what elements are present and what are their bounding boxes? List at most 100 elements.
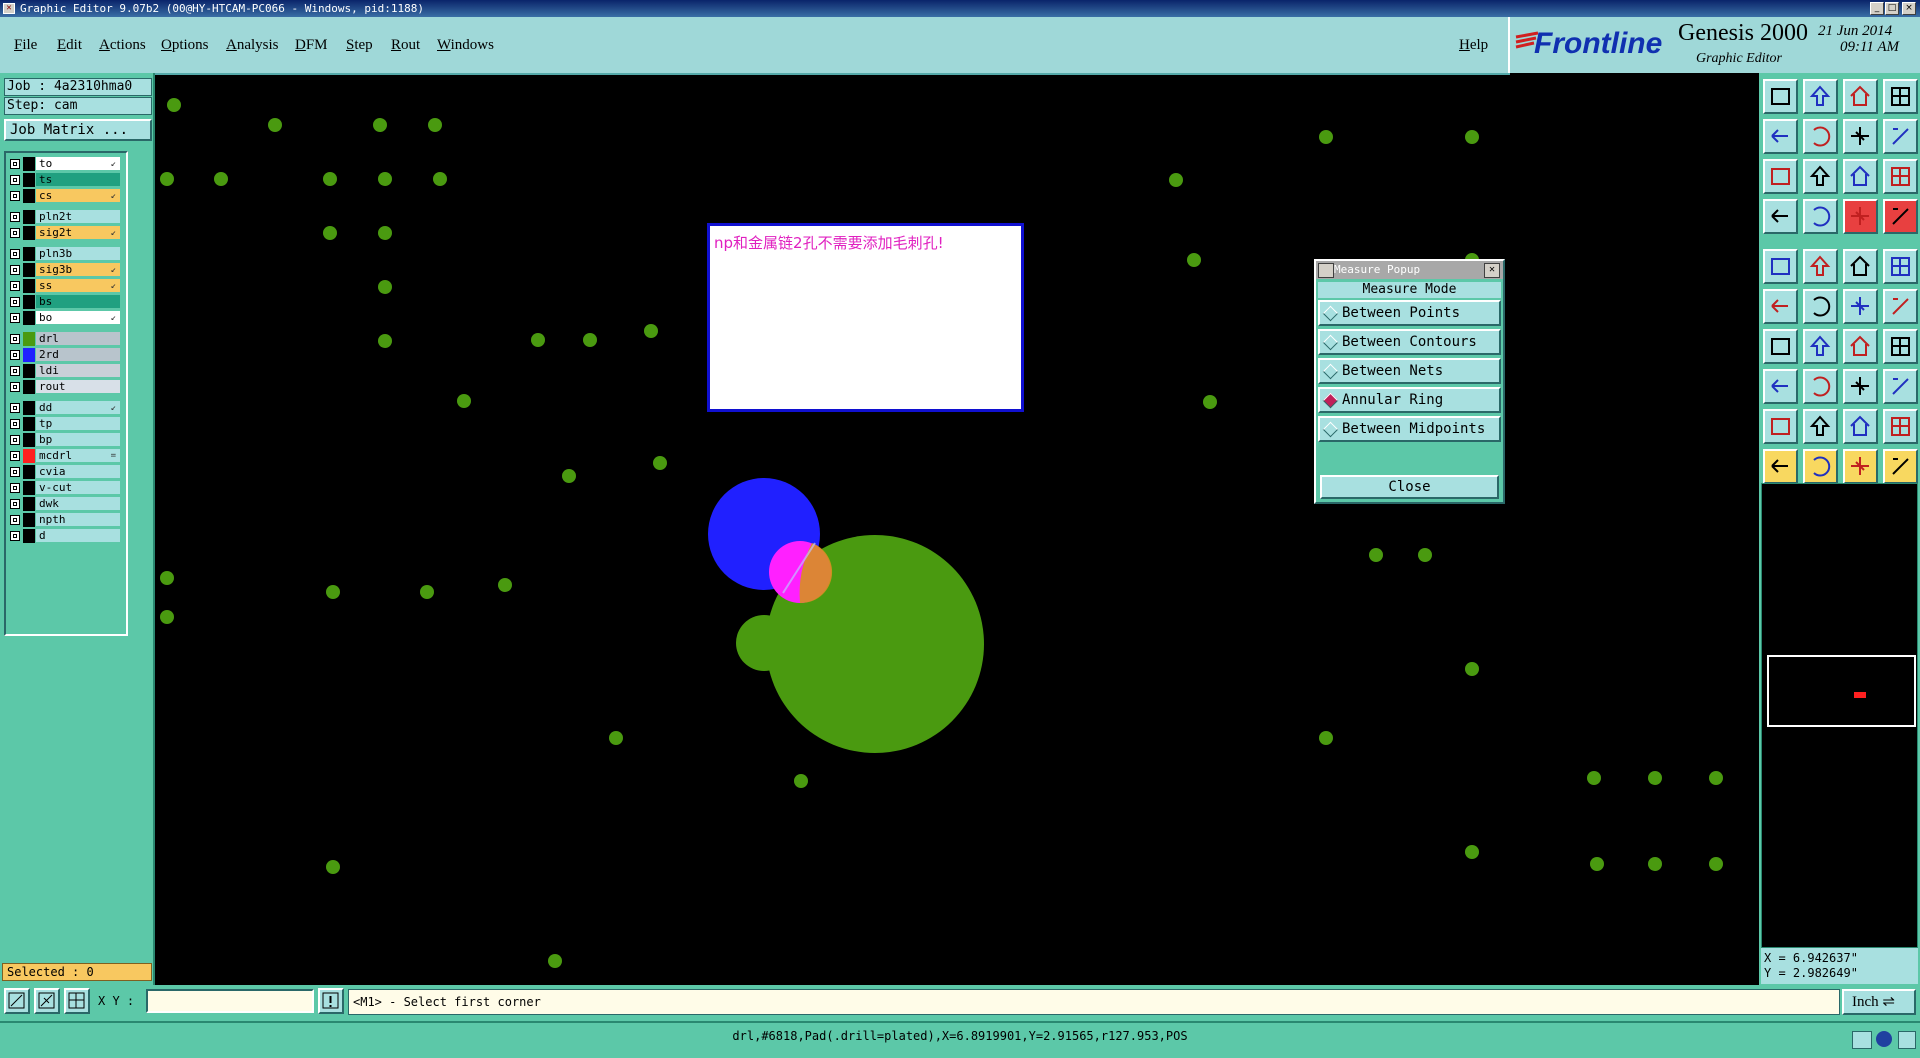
layer-color-swatch[interactable] xyxy=(23,513,35,527)
dimension-button[interactable] xyxy=(1843,369,1878,404)
layer-name[interactable]: dwk xyxy=(36,497,120,510)
layer-checkbox[interactable] xyxy=(10,175,20,185)
layer-name[interactable]: cvia xyxy=(36,465,120,478)
layer-color-swatch[interactable] xyxy=(23,348,35,362)
layer-name[interactable]: v-cut xyxy=(36,481,120,494)
layer-name[interactable]: drl xyxy=(36,332,120,345)
pointer-button[interactable] xyxy=(1763,449,1798,484)
pointer-box-button[interactable] xyxy=(1843,449,1878,484)
option-between-nets[interactable]: Between Nets xyxy=(1318,358,1501,384)
layer-checkbox[interactable] xyxy=(10,419,20,429)
layer-row-d[interactable]: d xyxy=(8,529,126,543)
layer-row-drl[interactable]: drl xyxy=(8,332,126,346)
layer-checkbox[interactable] xyxy=(10,531,20,541)
menu-help[interactable]: Help xyxy=(1459,37,1488,54)
layer-color-swatch[interactable] xyxy=(23,247,35,261)
layer-name[interactable]: sig3b ↙ xyxy=(36,263,120,276)
layer-checkbox[interactable] xyxy=(10,228,20,238)
layer-row-pln2t[interactable]: pln2t xyxy=(8,210,126,224)
layer-row-dd[interactable]: dd ↙ xyxy=(8,401,126,415)
board-overview[interactable] xyxy=(1762,484,1917,947)
option-between-midpoints[interactable]: Between Midpoints xyxy=(1318,416,1501,442)
layer-name[interactable]: pln2t xyxy=(36,210,120,223)
layer-color-swatch[interactable] xyxy=(23,364,35,378)
layer-name[interactable]: pln3b xyxy=(36,247,120,260)
layer-color-swatch[interactable] xyxy=(23,465,35,479)
layer-color-swatch[interactable] xyxy=(23,332,35,346)
home-button[interactable] xyxy=(1843,79,1878,114)
layer-row-v-cut[interactable]: v-cut xyxy=(8,481,126,495)
layer-name[interactable]: ss ↙ xyxy=(36,279,120,292)
layer-checkbox[interactable] xyxy=(10,334,20,344)
left-button[interactable] xyxy=(1763,119,1798,154)
layer-name[interactable]: to ↙ xyxy=(36,157,120,170)
arch-button[interactable] xyxy=(1803,409,1838,444)
filter-button[interactable] xyxy=(1763,199,1798,234)
job-matrix-button[interactable]: Job Matrix ... xyxy=(4,119,152,141)
scroll-icon[interactable] xyxy=(1898,1031,1916,1049)
menu-options[interactable]: Options xyxy=(161,37,209,54)
menu-edit[interactable]: Edit xyxy=(57,37,82,54)
layer-checkbox[interactable] xyxy=(10,382,20,392)
layer-checkbox[interactable] xyxy=(10,297,20,307)
menu-windows[interactable]: Windows xyxy=(437,37,494,54)
layer-row-sig2t[interactable]: sig2t ↙ xyxy=(8,226,126,240)
layer-checkbox[interactable] xyxy=(10,212,20,222)
layer-name[interactable]: mcdrl = xyxy=(36,449,120,462)
layer-checkbox[interactable] xyxy=(10,499,20,509)
layers-button[interactable] xyxy=(1843,199,1878,234)
layer-color-swatch[interactable] xyxy=(23,417,35,431)
layer-name[interactable]: bp xyxy=(36,433,120,446)
center-button[interactable] xyxy=(1803,159,1838,194)
grid-button[interactable] xyxy=(64,988,90,1014)
layer-color-swatch[interactable] xyxy=(23,449,35,463)
layer-checkbox[interactable] xyxy=(10,313,20,323)
menu-actions[interactable]: Actions xyxy=(99,37,146,54)
note-box[interactable]: np和金属链2孔不需要添加毛刺孔! xyxy=(707,223,1024,412)
option-between-points[interactable]: Between Points xyxy=(1318,300,1501,326)
printer-icon[interactable] xyxy=(1852,1031,1872,1049)
rotate-button[interactable] xyxy=(1843,329,1878,364)
layer-row-bo[interactable]: bo ↙ xyxy=(8,311,126,325)
layer-row-ts[interactable]: ts xyxy=(8,173,126,187)
menu-step[interactable]: Step xyxy=(346,37,373,54)
layer-row-npth[interactable]: npth xyxy=(8,513,126,527)
layer-name[interactable]: 2rd xyxy=(36,348,120,361)
layer-row-rout[interactable]: rout xyxy=(8,380,126,394)
layer-row-sig3b[interactable]: sig3b ↙ xyxy=(8,263,126,277)
option-between-contours[interactable]: Between Contours xyxy=(1318,329,1501,355)
copy-button[interactable] xyxy=(1763,249,1798,284)
close-window-button[interactable]: × xyxy=(1902,2,1916,15)
layer-name[interactable]: rout xyxy=(36,380,120,393)
layer-name[interactable]: sig2t ↙ xyxy=(36,226,120,239)
layer-row-tp[interactable]: tp xyxy=(8,417,126,431)
maximize-button[interactable]: □ xyxy=(1885,2,1899,15)
help-icon[interactable] xyxy=(1876,1031,1892,1047)
line-button[interactable] xyxy=(1843,289,1878,324)
segment-button[interactable] xyxy=(1803,369,1838,404)
open-button[interactable] xyxy=(1763,79,1798,114)
layer-name[interactable]: npth xyxy=(36,513,120,526)
mirror-button[interactable] xyxy=(1883,329,1918,364)
layer-color-swatch[interactable] xyxy=(23,497,35,511)
layer-color-swatch[interactable] xyxy=(23,481,35,495)
layer-name[interactable]: cs ↙ xyxy=(36,189,120,202)
split-button[interactable] xyxy=(1883,369,1918,404)
cross-button[interactable] xyxy=(1803,289,1838,324)
layer-name[interactable]: ts xyxy=(36,173,120,186)
layer-name[interactable]: bs xyxy=(36,295,120,308)
layer-row-ldi[interactable]: ldi xyxy=(8,364,126,378)
layer-row-cs[interactable]: cs ↙ xyxy=(8,189,126,203)
layer-checkbox[interactable] xyxy=(10,191,20,201)
save-button[interactable] xyxy=(1803,79,1838,114)
layer-row-bs[interactable]: bs xyxy=(8,295,126,309)
layer-color-swatch[interactable] xyxy=(23,529,35,543)
snap-button[interactable] xyxy=(34,988,60,1014)
layer-row-mcdrl[interactable]: mcdrl = xyxy=(8,449,126,463)
measure-popup-header[interactable]: Measure Popup ✕ xyxy=(1316,261,1503,279)
close-icon[interactable]: ✕ xyxy=(1484,263,1500,278)
layer-color-swatch[interactable] xyxy=(23,380,35,394)
slope-button[interactable] xyxy=(1763,329,1798,364)
layer-checkbox[interactable] xyxy=(10,350,20,360)
layer-row-to[interactable]: to ↙ xyxy=(8,157,126,171)
